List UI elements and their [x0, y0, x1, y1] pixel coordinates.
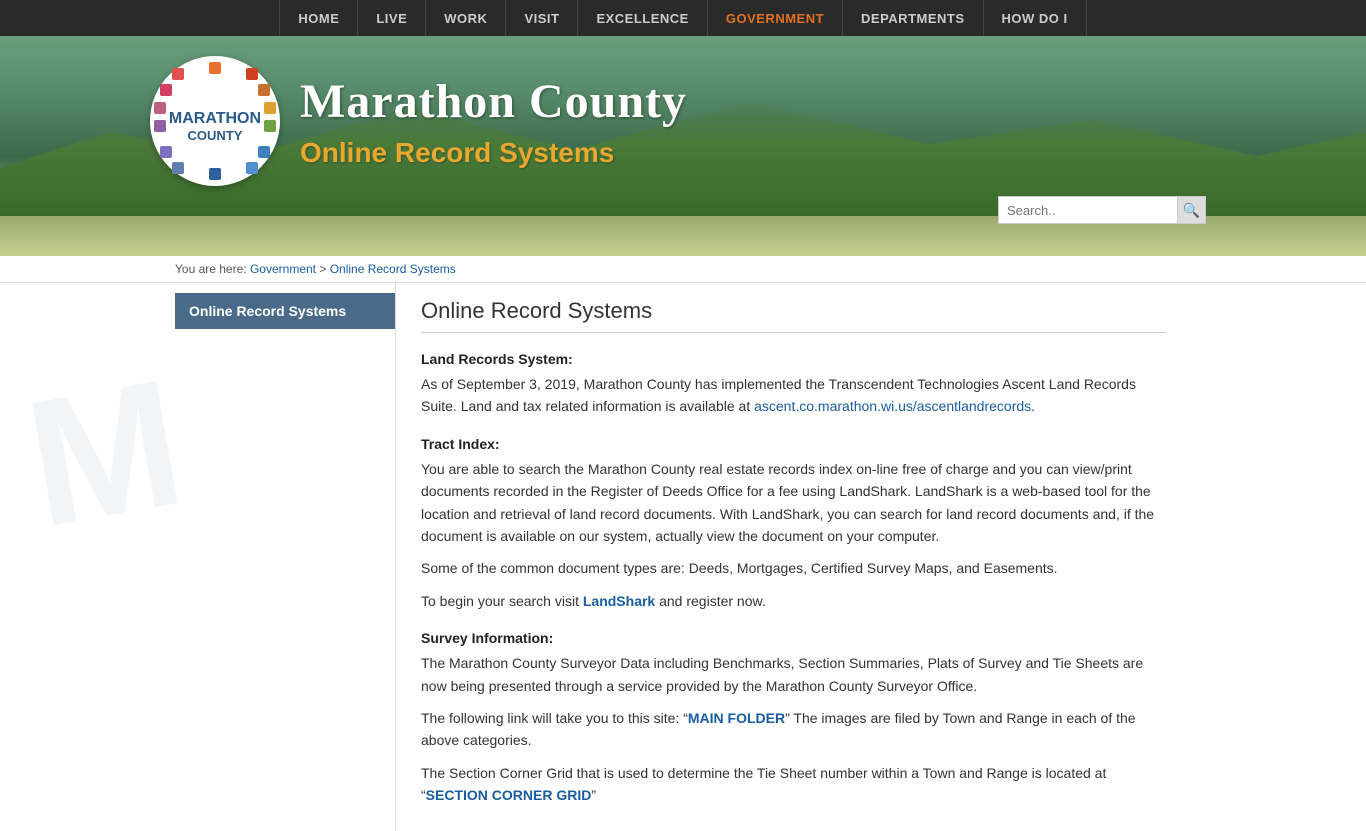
para-tract-index-3: To begin your search visit LandShark and…: [421, 590, 1166, 612]
logo-dot-11: [154, 120, 166, 132]
county-title: Marathon County: [300, 74, 687, 129]
nav-excellence[interactable]: EXCELLENCE: [578, 0, 707, 36]
breadcrumb-government[interactable]: Government: [250, 262, 316, 276]
search-box-area: 🔍: [998, 196, 1206, 224]
logo-dot-8: [209, 168, 221, 180]
logo-dot-6: [258, 146, 270, 158]
heading-survey: Survey Information:: [421, 630, 1166, 646]
heading-tract-index: Tract Index:: [421, 436, 1166, 452]
para-tract-index-1: You are able to search the Marathon Coun…: [421, 458, 1166, 548]
nav-government[interactable]: GOVERNMENT: [708, 0, 843, 36]
content-title: Online Record Systems: [421, 298, 1166, 333]
search-button[interactable]: 🔍: [1178, 196, 1206, 224]
breadcrumb: You are here: Government > Online Record…: [0, 256, 1366, 283]
para-survey-3: The Section Corner Grid that is used to …: [421, 762, 1166, 807]
breadcrumb-label: You are here:: [175, 262, 247, 276]
logo-dot-10: [160, 146, 172, 158]
para-land-records: As of September 3, 2019, Marathon County…: [421, 373, 1166, 418]
para-survey-2: The following link will take you to this…: [421, 707, 1166, 752]
para-survey-1: The Marathon County Surveyor Data includ…: [421, 652, 1166, 697]
page-subtitle: Online Record Systems: [300, 137, 687, 169]
link-main-folder[interactable]: MAIN FOLDER: [688, 710, 785, 726]
logo-dot-2: [246, 68, 258, 80]
nav-departments[interactable]: DEPARTMENTS: [843, 0, 983, 36]
link-landshark[interactable]: LandShark: [583, 593, 655, 609]
logo-dot-9: [172, 162, 184, 174]
nav-visit[interactable]: VISIT: [506, 0, 578, 36]
logo-circle: MARATHON COUNTY: [150, 56, 280, 186]
logo-text: MARATHON COUNTY: [169, 109, 261, 144]
link-section-corner-grid[interactable]: SECTION CORNER GRID: [426, 787, 592, 803]
content-area: Online Record Systems Land Records Syste…: [395, 283, 1191, 831]
header-logo-area: MARATHON COUNTY Marathon County Online R…: [150, 56, 687, 186]
logo-dot-12: [154, 102, 166, 114]
logo-dot-4: [264, 102, 276, 114]
para-tract-index-2: Some of the common document types are: D…: [421, 557, 1166, 579]
nav-home[interactable]: HOME: [279, 0, 358, 36]
sidebar-item-online-records[interactable]: Online Record Systems: [175, 293, 395, 329]
logo-dot-1: [209, 62, 221, 74]
header-banner: MARATHON COUNTY Marathon County Online R…: [0, 36, 1366, 256]
logo-dot-5: [264, 120, 276, 132]
breadcrumb-separator: >: [319, 262, 329, 276]
top-navigation: HOME LIVE WORK VISIT EXCELLENCE GOVERNME…: [0, 0, 1366, 36]
logo-dot-13: [160, 84, 172, 96]
search-input[interactable]: [998, 196, 1178, 224]
header-title-area: Marathon County Online Record Systems: [300, 74, 687, 169]
sidebar: Online Record Systems: [175, 283, 395, 831]
logo-dot-3: [258, 84, 270, 96]
logo-dot-14: [172, 68, 184, 80]
logo-dot-7: [246, 162, 258, 174]
link-ascent[interactable]: ascent.co.marathon.wi.us/ascentlandrecor…: [754, 398, 1031, 414]
nav-work[interactable]: WORK: [426, 0, 506, 36]
heading-land-records: Land Records System:: [421, 351, 1166, 367]
nav-how-do-i[interactable]: HOW DO I: [984, 0, 1087, 36]
main-area: Online Record Systems Online Record Syst…: [0, 283, 1366, 831]
nav-live[interactable]: LIVE: [358, 0, 426, 36]
breadcrumb-online-records[interactable]: Online Record Systems: [330, 262, 456, 276]
